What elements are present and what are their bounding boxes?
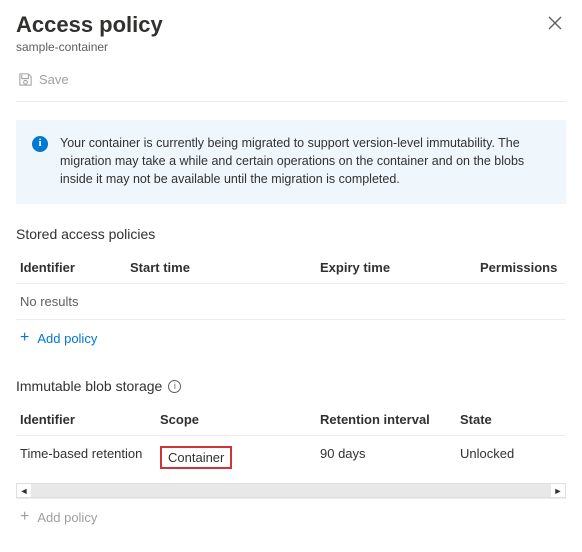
stored-policies-heading: Stored access policies (16, 226, 566, 242)
col-state: State (460, 412, 562, 427)
no-results-text: No results (20, 294, 79, 309)
save-button[interactable]: Save (16, 68, 71, 91)
col-permissions: Permissions (480, 260, 562, 275)
cell-scope: Container (160, 446, 320, 469)
cell-identifier: Time-based retention (20, 446, 160, 469)
col-expiry-time: Expiry time (320, 260, 480, 275)
add-immutable-policy-button: + Add policy (16, 498, 566, 535)
col-identifier: Identifier (20, 260, 130, 275)
col-retention: Retention interval (320, 412, 460, 427)
scope-highlight: Container (160, 446, 232, 469)
container-name: sample-container (16, 40, 163, 54)
col-identifier: Identifier (20, 412, 160, 427)
scroll-left-arrow[interactable]: ◄ (17, 486, 31, 496)
immutable-storage-table: Identifier Scope Retention interval Stat… (16, 404, 566, 479)
info-message: Your container is currently being migrat… (60, 134, 550, 188)
table-header-row: Identifier Scope Retention interval Stat… (16, 404, 566, 435)
col-scope: Scope (160, 412, 320, 427)
horizontal-scrollbar[interactable]: ◄ ► (16, 483, 566, 498)
stored-policies-table: Identifier Start time Expiry time Permis… (16, 252, 566, 356)
no-results-row: No results (16, 283, 566, 319)
save-button-label: Save (39, 72, 69, 87)
info-banner: i Your container is currently being migr… (16, 120, 566, 204)
add-policy-label: Add policy (37, 331, 97, 346)
info-icon: i (32, 136, 48, 152)
table-header-row: Identifier Start time Expiry time Permis… (16, 252, 566, 283)
add-stored-policy-button[interactable]: + Add policy (16, 319, 566, 356)
save-icon (18, 72, 33, 87)
cell-retention: 90 days (320, 446, 460, 469)
divider (16, 101, 566, 102)
col-start-time: Start time (130, 260, 320, 275)
add-policy-label: Add policy (37, 510, 97, 525)
close-button[interactable] (544, 12, 566, 38)
scroll-right-arrow[interactable]: ► (551, 486, 565, 496)
plus-icon: + (20, 330, 29, 346)
table-row[interactable]: Time-based retention Container 90 days U… (16, 435, 566, 479)
immutable-storage-heading: Immutable blob storage i (16, 378, 566, 394)
close-icon (548, 16, 562, 30)
page-title: Access policy (16, 12, 163, 38)
info-help-icon[interactable]: i (168, 380, 181, 393)
scroll-track[interactable] (31, 484, 551, 497)
cell-state: Unlocked (460, 446, 562, 469)
plus-icon: + (20, 509, 29, 525)
